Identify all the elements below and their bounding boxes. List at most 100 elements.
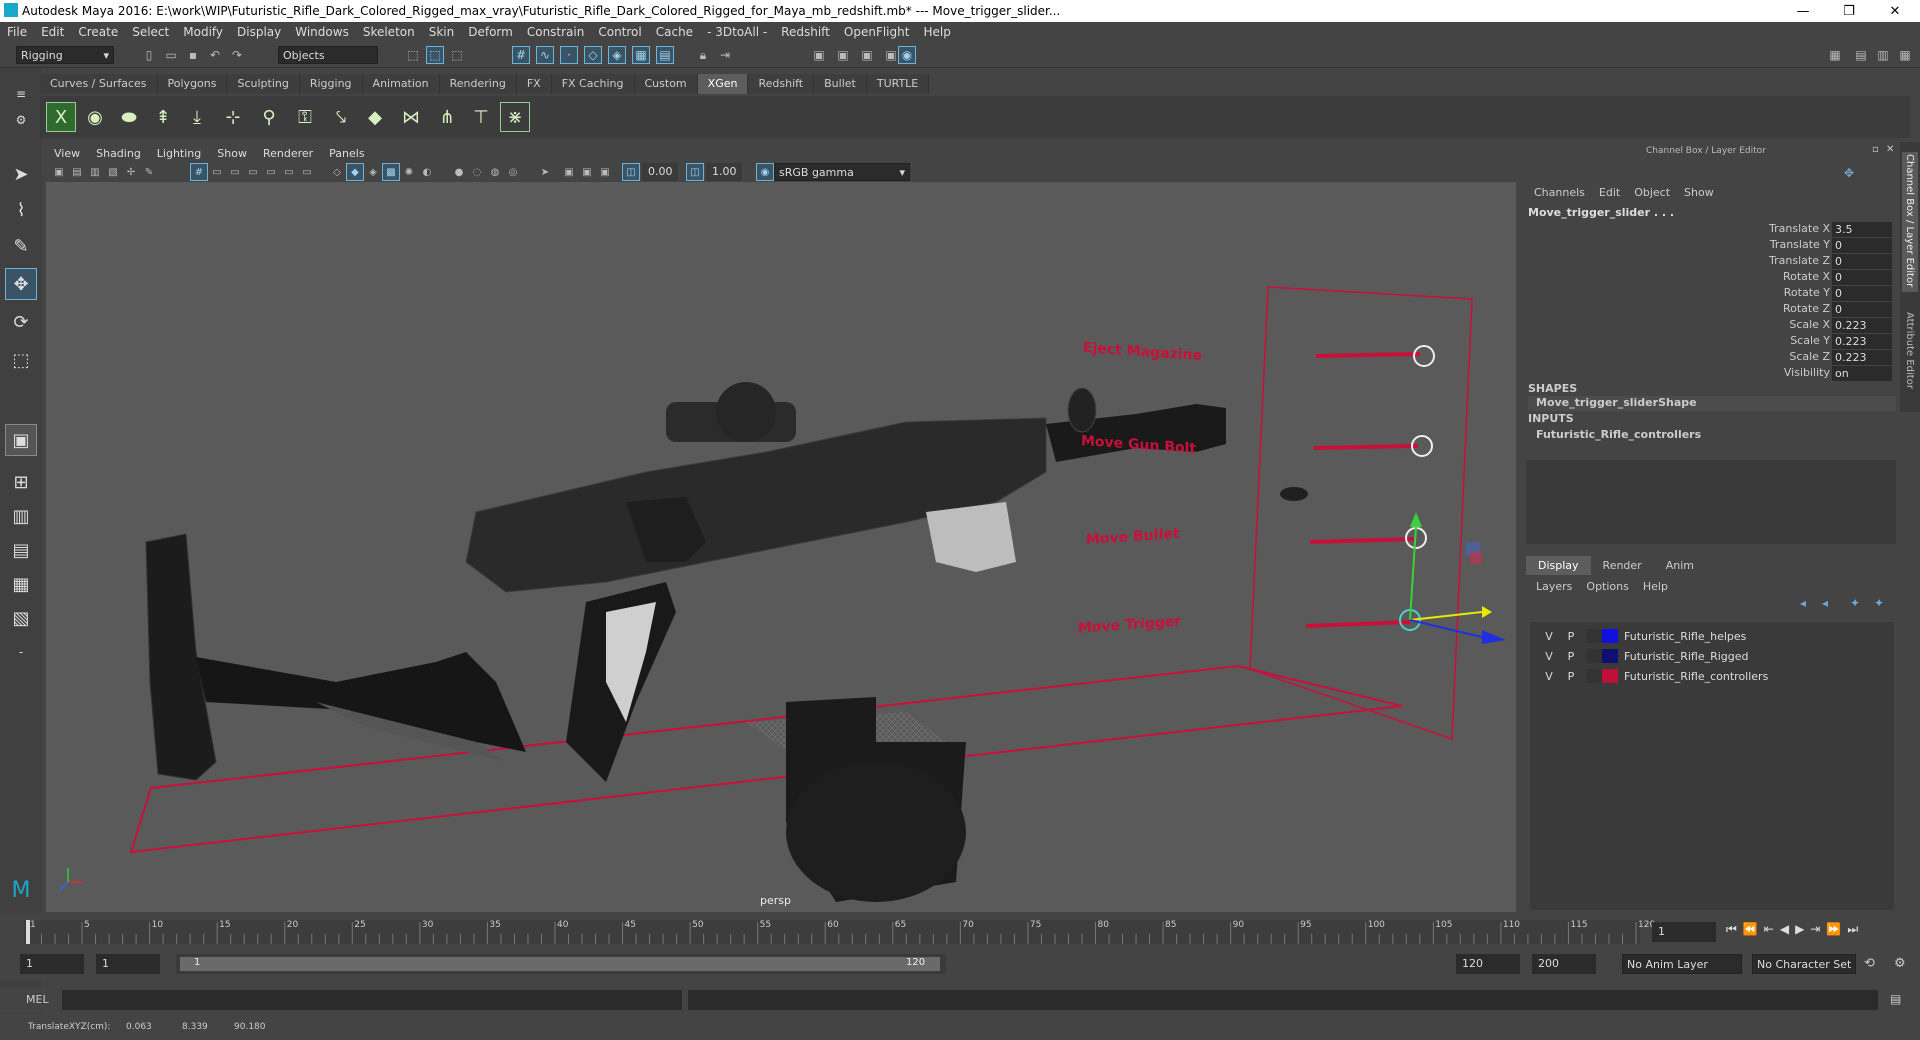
outliner-toggle-icon[interactable]: ▤ — [1852, 46, 1870, 64]
menu-windows[interactable]: Windows — [288, 25, 356, 39]
shadows-icon[interactable]: ◐ — [418, 163, 436, 181]
depth-of-field-icon[interactable]: ◎ — [504, 163, 522, 181]
menu-deform[interactable]: Deform — [461, 25, 520, 39]
tab-rigging[interactable]: Rigging — [299, 74, 363, 94]
snap-view-plane-icon[interactable]: ◇ — [584, 46, 602, 64]
view-transform-selector[interactable]: sRGB gamma ▾ — [774, 163, 910, 181]
save-scene-icon[interactable]: ▪ — [184, 46, 202, 64]
layers-menu[interactable]: Layers — [1536, 580, 1572, 593]
backface-culling-icon[interactable]: ▣ — [596, 163, 614, 181]
tab-redshift[interactable]: Redshift — [748, 74, 815, 94]
xgen-curves-icon[interactable]: ⋈ — [396, 102, 426, 132]
time-slider[interactable]: 1 5 10 15 20 25 30 35 40 45 50 55 60 65 70 75 80 85 90 95 10… — [0, 914, 1920, 950]
input-output-icon[interactable]: ⇥ — [716, 46, 734, 64]
tab-display[interactable]: Display — [1526, 556, 1591, 575]
new-layer-selected-icon[interactable]: ✦ — [1874, 596, 1884, 610]
menu-edit[interactable]: Edit — [34, 25, 71, 39]
shape-node-name[interactable]: Move_trigger_sliderShape — [1536, 396, 1697, 409]
tab-render[interactable]: Render — [1591, 556, 1654, 575]
attr-value[interactable]: 3.5 — [1832, 222, 1892, 237]
layer-row[interactable]: V P Futuristic_Rifle_helpes — [1538, 626, 1890, 646]
motion-blur-icon[interactable]: ◌ — [468, 163, 486, 181]
move-manip-z-arrow[interactable] — [1482, 630, 1506, 644]
gate-mask-icon[interactable]: ▭ — [244, 163, 262, 181]
menu-redshift[interactable]: Redshift — [774, 25, 837, 39]
select-tool-icon[interactable]: ➤ — [5, 158, 37, 190]
layer-color-swatch[interactable] — [1602, 649, 1618, 663]
tab-custom[interactable]: Custom — [634, 74, 698, 94]
input-node-name[interactable]: Futuristic_Rifle_controllers — [1536, 428, 1701, 441]
four-view-icon[interactable]: ⊞ — [5, 466, 37, 498]
xgen-place-guide-icon[interactable]: ⤓ — [182, 102, 212, 132]
step-back-frame-icon[interactable]: ⇤ — [1764, 922, 1774, 937]
screen-space-ao-icon[interactable]: ● — [450, 163, 468, 181]
auto-key-icon[interactable]: ⟲ — [1864, 956, 1875, 971]
color-management-icon[interactable]: ◉ — [756, 163, 774, 181]
grease-pencil-icon[interactable]: ✎ — [140, 163, 158, 181]
redo-icon[interactable]: ↷ — [228, 46, 246, 64]
tab-animation[interactable]: Animation — [362, 74, 440, 94]
anim-layer-selector[interactable]: No Anim Layer — [1622, 954, 1742, 974]
minimize-button[interactable]: — — [1780, 0, 1826, 22]
xgen-sculpt-guide-icon[interactable]: ⊹ — [218, 102, 248, 132]
smooth-shade-icon[interactable]: ◆ — [346, 163, 364, 181]
layer-playback-toggle[interactable]: P — [1560, 630, 1582, 643]
vp-menu-shading[interactable]: Shading — [88, 147, 149, 160]
current-frame-field[interactable]: 1 — [1652, 922, 1716, 942]
cb-menu-object[interactable]: Object — [1634, 186, 1670, 199]
play-backward-icon[interactable]: ◀ — [1780, 922, 1789, 937]
move-layer-up-icon[interactable]: ◂ — [1800, 596, 1806, 610]
image-plane-icon[interactable]: ▧ — [104, 163, 122, 181]
exposure-icon[interactable]: ◫ — [622, 163, 640, 181]
menu-skeleton[interactable]: Skeleton — [356, 25, 422, 39]
layer-visibility-toggle[interactable]: V — [1538, 670, 1560, 683]
playback-end-field[interactable]: 120 — [1456, 954, 1520, 974]
snap-live-icon[interactable]: ◈ — [608, 46, 626, 64]
range-slider-bar[interactable] — [180, 957, 940, 971]
layer-color-swatch[interactable] — [1602, 629, 1618, 643]
menu-control[interactable]: Control — [591, 25, 648, 39]
xgen-editor-icon[interactable]: X — [46, 102, 76, 132]
vp-menu-show[interactable]: Show — [209, 147, 255, 160]
layer-playback-toggle[interactable]: P — [1560, 670, 1582, 683]
layer-row[interactable]: V P Futuristic_Rifle_Rigged — [1538, 646, 1890, 666]
move-tool-icon[interactable]: ✥ — [5, 268, 37, 300]
cb-manipulator-icon[interactable]: ✥ — [1844, 166, 1854, 180]
layout-options-icon[interactable]: - — [5, 636, 37, 668]
cb-menu-edit[interactable]: Edit — [1599, 186, 1620, 199]
xgen-add-guide-icon[interactable]: ⇞ — [148, 102, 178, 132]
maximize-button[interactable]: ❐ — [1826, 0, 1872, 22]
playback-start-field[interactable]: 1 — [96, 954, 160, 974]
menu-openflight[interactable]: OpenFlight — [837, 25, 917, 39]
two-d-pan-icon[interactable]: ✢ — [122, 163, 140, 181]
move-manip-y-arrow[interactable] — [1410, 512, 1422, 527]
tab-turtle[interactable]: TURTLE — [866, 74, 930, 94]
grid-toggle-icon[interactable]: # — [190, 163, 208, 181]
vp-menu-renderer[interactable]: Renderer — [255, 147, 321, 160]
close-panel-icon[interactable]: ✕ — [1886, 144, 1894, 155]
tab-sculpting[interactable]: Sculpting — [227, 74, 300, 94]
camera-attr-icon[interactable]: ▤ — [68, 163, 86, 181]
persp-graph-icon[interactable]: ▤ — [5, 534, 37, 566]
layer-color-swatch[interactable] — [1602, 669, 1618, 683]
animation-end-field[interactable]: 200 — [1532, 954, 1596, 974]
select-object-icon[interactable]: ⬚ — [426, 46, 444, 64]
move-manip-z-axis[interactable] — [1409, 619, 1487, 639]
camera-select-icon[interactable]: ▣ — [50, 163, 68, 181]
help-menu[interactable]: Help — [1643, 580, 1668, 593]
cb-menu-show[interactable]: Show — [1684, 186, 1714, 199]
attr-value[interactable]: 0 — [1832, 302, 1892, 317]
history-icon[interactable]: ▦ — [632, 46, 650, 64]
menu-select[interactable]: Select — [125, 25, 176, 39]
safe-action-icon[interactable]: ▭ — [280, 163, 298, 181]
use-all-lights-icon[interactable]: ✺ — [400, 163, 418, 181]
attr-value[interactable]: 0 — [1832, 254, 1892, 269]
render-current-icon[interactable]: ▣ — [810, 46, 828, 64]
menu-display[interactable]: Display — [230, 25, 288, 39]
float-panel-icon[interactable]: ▫ — [1872, 144, 1879, 155]
menu-3dtoall[interactable]: - 3DtoAll - — [700, 25, 774, 39]
menu-cache[interactable]: Cache — [649, 25, 700, 39]
snap-curve-icon[interactable]: ∿ — [536, 46, 554, 64]
mel-label[interactable]: MEL — [26, 993, 49, 1006]
isolate-select-icon[interactable]: ➤ — [536, 163, 554, 181]
